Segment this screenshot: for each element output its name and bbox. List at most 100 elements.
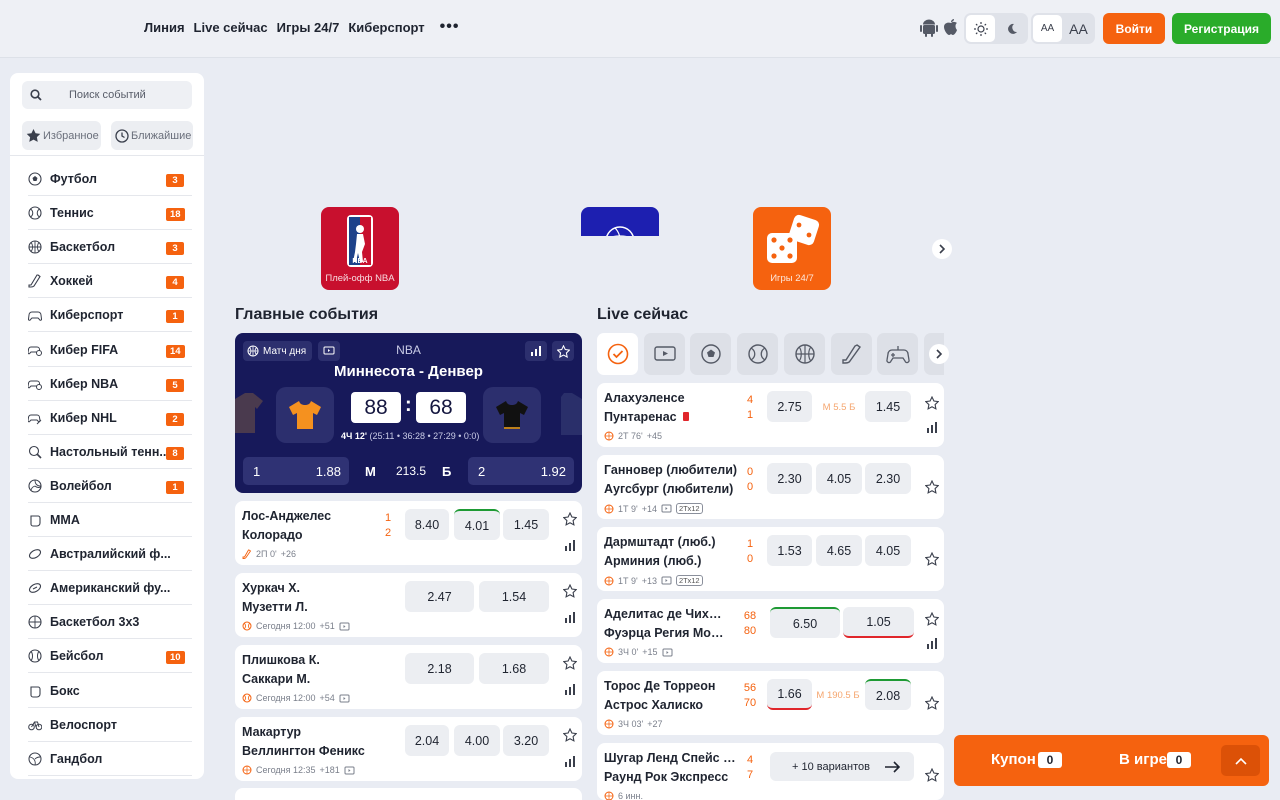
favorite-button[interactable] — [924, 611, 940, 631]
sidebar-item-cyber-nhl[interactable]: Кибер NHL 2 — [28, 401, 192, 435]
markets-count[interactable]: +27 — [647, 719, 662, 729]
odd-button[interactable]: 1.68 — [479, 653, 549, 684]
sidebar-item-volleyball[interactable]: Волейбол 1 — [28, 469, 192, 503]
markets-count[interactable]: +51 — [320, 621, 335, 631]
markets-count[interactable]: +13 — [642, 576, 657, 586]
event-card[interactable]: Шугар Ленд Спейс К... Раунд Рок Экспресс 4… — [597, 743, 944, 800]
banner-next-button[interactable] — [932, 239, 952, 259]
sidebar-item-aussie-ball[interactable]: Австралийский ф... — [28, 537, 192, 572]
odd-button[interactable]: 3.20 — [503, 725, 549, 756]
featured-odd-2[interactable]: 2 1.92 — [468, 457, 574, 485]
odd-button[interactable]: 2.30 — [767, 463, 812, 494]
odd-button[interactable]: 4.01 — [454, 509, 500, 540]
odd-button[interactable]: 1.66 — [767, 679, 812, 710]
event-card[interactable]: Макартур Веллингтон Феникс Сегодня 12:35 +1… — [235, 717, 582, 781]
stats-button[interactable] — [926, 636, 938, 654]
tab-soccer[interactable] — [690, 333, 731, 375]
stats-button[interactable] — [564, 754, 576, 772]
stats-button[interactable] — [926, 420, 938, 438]
odd-button[interactable]: 8.40 — [405, 509, 449, 540]
event-card[interactable]: Алахуэленсе Пунтаренас 4 1 2Т 76' +45 2.75 1.45… — [597, 383, 944, 447]
event-card[interactable]: Торос Де Торреон Астрос Халиско 56 70 3Ч 03'… — [597, 671, 944, 735]
dark-theme-button[interactable] — [997, 15, 1026, 42]
sidebar-item-table-tennis[interactable]: Настольный тенн... 8 — [28, 435, 192, 469]
odd-button[interactable]: 4.00 — [454, 725, 500, 756]
event-card[interactable]: Дармштадт (люб.) Арминия (люб.) 1 0 1Т 9' +13… — [597, 527, 944, 591]
markets-count[interactable]: +54 — [320, 693, 335, 703]
coupon-expand-button[interactable] — [1221, 745, 1260, 776]
sidebar-item-gamepad[interactable]: Киберспорт 1 — [28, 298, 192, 333]
stats-button[interactable] — [564, 610, 576, 628]
markets-count[interactable]: +14 — [642, 504, 657, 514]
markets-count[interactable]: +15 — [642, 647, 657, 657]
event-card[interactable]: Ганновер (любители) Аугсбург (любители) 0 0… — [597, 455, 944, 519]
favorite-button[interactable] — [924, 395, 940, 415]
odd-button[interactable]: 6.50 — [770, 607, 840, 638]
odd-button[interactable]: 1.05 — [843, 607, 914, 638]
sidebar-item-hockey-stick[interactable]: Хоккей 4 — [28, 264, 192, 299]
favorite-button[interactable] — [924, 551, 940, 571]
event-card[interactable]: Хуркач Х. Музетти Л. Сегодня 12:00 +51 2.47 1… — [235, 573, 582, 637]
banner-games-24-7[interactable]: Игры 24/7 — [753, 207, 831, 290]
markets-count[interactable]: +26 — [281, 549, 296, 559]
nav-line[interactable]: Линия — [144, 20, 185, 36]
sidebar-item-baseball[interactable]: Бейсбол 10 — [28, 639, 192, 674]
featured-match-card[interactable]: Матч дня NBA Миннесота - Денвер 88 : 68 … — [235, 333, 582, 493]
nearest-button[interactable]: Ближайшие — [111, 121, 193, 150]
sidebar-item-american-football[interactable]: Американский фу... — [28, 571, 192, 606]
odd-button[interactable]: 1.53 — [767, 535, 812, 566]
sidebar-item-basketball[interactable]: Баскетбол 3 — [28, 230, 192, 265]
odd-button[interactable]: 4.05 — [865, 535, 911, 566]
odd-button[interactable]: 2.47 — [405, 581, 474, 612]
featured-stats-button[interactable] — [525, 341, 547, 361]
nav-esports[interactable]: Киберспорт — [348, 20, 424, 36]
odd-button[interactable]: 2.18 — [405, 653, 474, 684]
favorite-button[interactable] — [924, 695, 940, 715]
search-input[interactable]: Поиск событий — [22, 81, 192, 109]
android-icon[interactable] — [920, 18, 938, 38]
tab-basketball[interactable] — [784, 333, 825, 375]
nav-more-button[interactable]: ••• — [440, 18, 460, 36]
odd-button[interactable]: 2.08 — [865, 679, 911, 710]
odd-button[interactable]: 2.75 — [767, 391, 812, 422]
tab-tennis[interactable] — [737, 333, 778, 375]
more-options-button[interactable]: + 10 вариантов — [770, 752, 914, 781]
coupon-bar[interactable]: Купон 0 В игре 0 — [954, 735, 1269, 786]
sidebar-item-tennis-ball[interactable]: Теннис 18 — [28, 196, 192, 231]
tab-all[interactable] — [597, 333, 638, 375]
sidebar-item-soccer-ball[interactable]: Футбол 3 — [28, 162, 192, 196]
light-theme-button[interactable] — [966, 15, 995, 42]
stats-button[interactable] — [564, 682, 576, 700]
sidebar-item-cyber-nba[interactable]: Кибер NBA 5 — [28, 367, 192, 401]
favorite-button[interactable] — [924, 767, 940, 787]
sidebar-item-boxing[interactable]: Бокс — [28, 674, 192, 708]
stats-button[interactable] — [564, 538, 576, 556]
login-button[interactable]: Войти — [1103, 13, 1165, 44]
register-button[interactable]: Регистрация — [1172, 13, 1271, 44]
live-tabs-next-button[interactable] — [929, 344, 949, 364]
tab-video[interactable] — [644, 333, 685, 375]
favorite-button[interactable] — [562, 727, 578, 747]
sidebar-item-basketball-3x3[interactable]: Баскетбол 3х3 — [28, 605, 192, 640]
sidebar-item-glove[interactable]: MMA — [28, 503, 192, 537]
odd-button[interactable]: 2.30 — [865, 463, 911, 494]
favorite-button[interactable] — [562, 583, 578, 603]
odd-button[interactable]: 1.54 — [479, 581, 549, 612]
favorites-button[interactable]: Избранное — [22, 121, 101, 150]
odd-button[interactable]: 4.65 — [816, 535, 862, 566]
font-small-button[interactable]: AA — [1033, 15, 1062, 42]
font-large-button[interactable]: AA — [1064, 15, 1093, 42]
sidebar-item-handball[interactable]: Гандбол — [28, 742, 192, 776]
sidebar-item-cyber-fifa[interactable]: Кибер FIFA 14 — [28, 333, 192, 367]
favorite-button[interactable] — [562, 655, 578, 675]
banner-nba-playoffs[interactable]: NBA Плей-офф NBA — [321, 207, 399, 290]
event-card[interactable]: Аделитас де Чихуа... Фуэрца Регия Мон... 6… — [597, 599, 944, 663]
odd-button[interactable]: 1.45 — [503, 509, 549, 540]
banner-partial[interactable] — [581, 207, 659, 236]
featured-odd-1[interactable]: 1 1.88 — [243, 457, 349, 485]
odd-button[interactable]: 4.05 — [816, 463, 862, 494]
sidebar-item-bicycle[interactable]: Велоспорт — [28, 708, 192, 742]
markets-count[interactable]: +181 — [320, 765, 340, 775]
featured-favorite-button[interactable] — [552, 341, 574, 361]
nav-live[interactable]: Live сейчас — [194, 20, 268, 36]
